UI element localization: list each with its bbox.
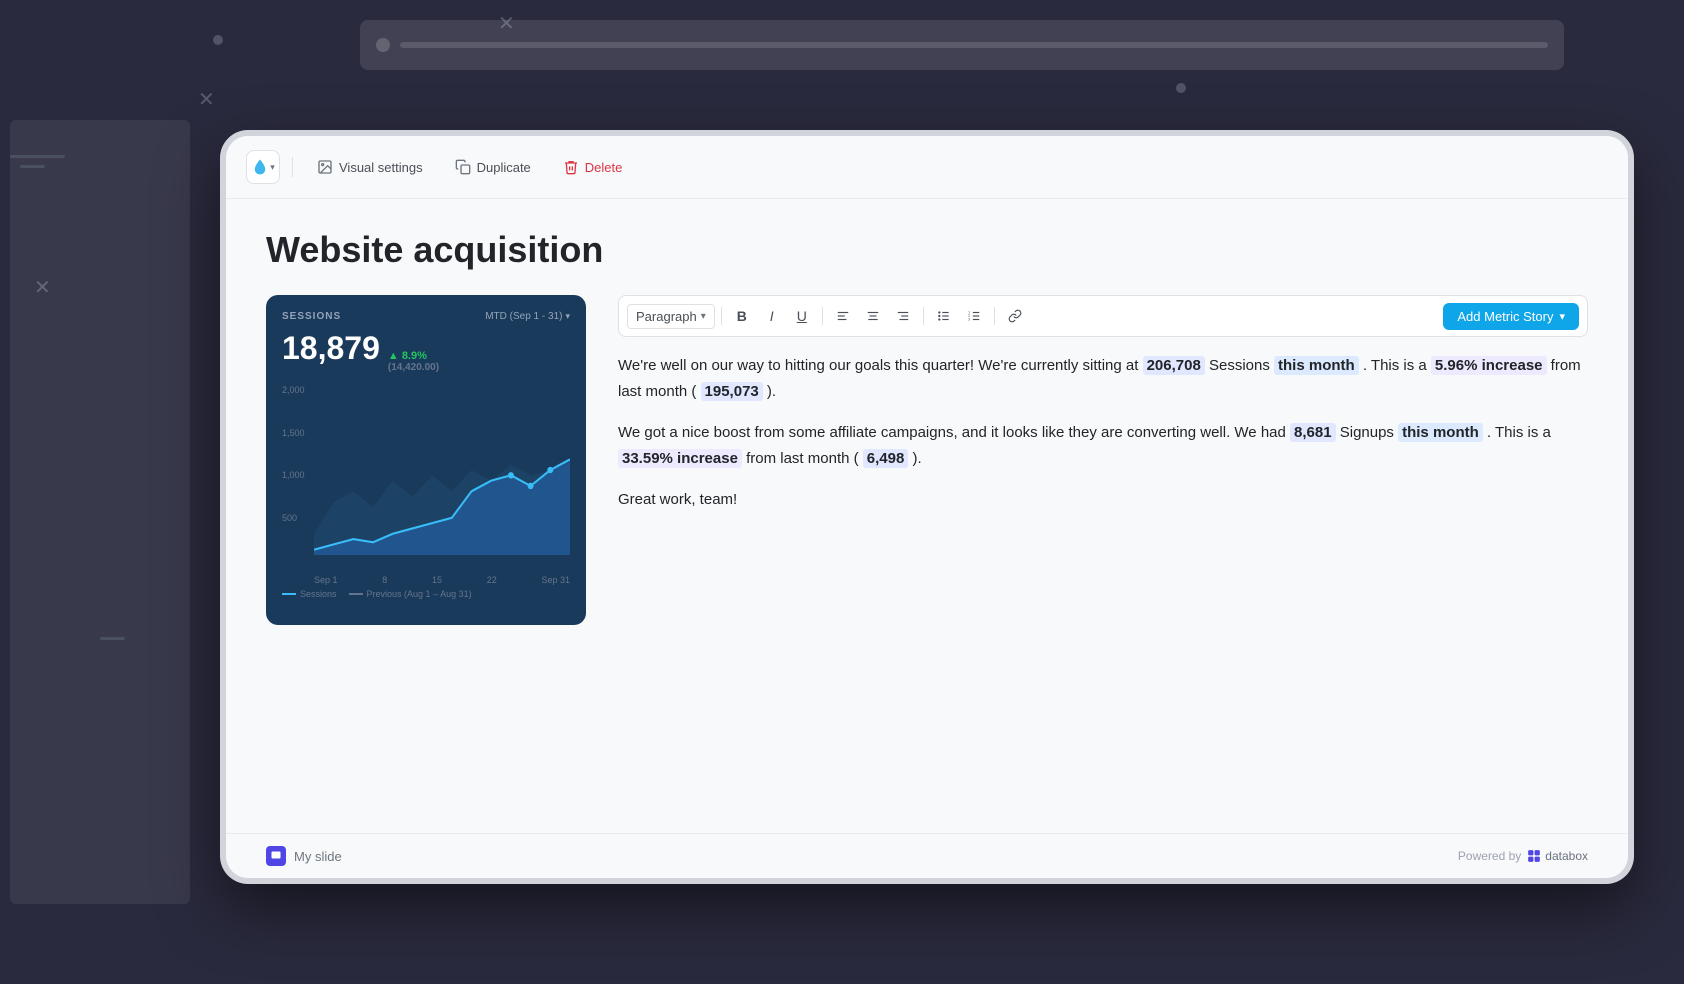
paragraph-1: We're well on our way to hitting our goa… — [618, 353, 1588, 404]
duplicate-label: Duplicate — [477, 160, 531, 175]
add-metric-story-label: Add Metric Story — [1457, 309, 1553, 324]
legend-sessions-line — [282, 593, 296, 595]
paragraph-3: Great work, team! — [618, 487, 1588, 513]
align-center-button[interactable] — [859, 302, 887, 330]
list-ol-icon: 123 — [967, 309, 981, 323]
chart-area: 2,000 1,500 1,000 500 — [282, 385, 570, 585]
chart-period: MTD (Sep 1 - 31) ▾ — [485, 311, 570, 322]
text-editor: Paragraph ▾ B I U — [618, 295, 1588, 529]
value-increase-1: 5.96% increase — [1431, 356, 1547, 375]
slide-area: Website acquisition SESSIONS MTD (Sep 1 … — [226, 199, 1628, 833]
align-left-button[interactable] — [829, 302, 857, 330]
list-ul-icon — [937, 309, 951, 323]
logo-button[interactable]: ▾ — [246, 150, 280, 184]
bg-line — [20, 165, 45, 168]
databox-logo: databox — [1527, 849, 1588, 863]
duplicate-icon — [455, 159, 471, 175]
underline-button[interactable]: U — [788, 302, 816, 330]
value-prev-month-1: 195,073 — [701, 382, 763, 401]
bg-dot — [1176, 83, 1186, 93]
slide-title: Website acquisition — [266, 229, 1588, 271]
visual-settings-label: Visual settings — [339, 160, 423, 175]
chevron-down-icon: ▾ — [1559, 310, 1565, 323]
align-right-icon — [896, 309, 910, 323]
chart-change-group: ▲ 8.9% (14,420.00) — [388, 350, 439, 373]
chart-widget: SESSIONS MTD (Sep 1 - 31) ▾ 18,879 ▲ 8.9… — [266, 295, 586, 625]
powered-by-text: Powered by — [1458, 849, 1521, 863]
bg-cross: ✕ — [34, 278, 51, 298]
main-card: ▾ Visual settings Duplicate — [226, 136, 1628, 878]
align-center-icon — [866, 309, 880, 323]
bg-cross: ✕ — [198, 90, 215, 110]
editor-divider-4 — [994, 307, 995, 325]
visual-settings-button[interactable]: Visual settings — [305, 153, 435, 181]
bg-window-side — [10, 120, 190, 904]
chevron-down-icon: ▾ — [701, 311, 706, 322]
value-signups: 8,681 — [1290, 423, 1336, 442]
legend-previous-line — [349, 593, 363, 595]
chevron-down-icon: ▾ — [565, 311, 570, 322]
format-select-label: Paragraph — [636, 309, 697, 324]
chart-x-labels: Sep 1 8 15 22 Sep 31 — [314, 575, 570, 585]
image-icon — [317, 159, 333, 175]
bg-window-top: ✕ — [360, 20, 1564, 70]
legend-previous: Previous (Aug 1 – Aug 31) — [349, 589, 472, 599]
align-right-button[interactable] — [889, 302, 917, 330]
value-sessions: 206,708 — [1143, 356, 1205, 375]
editor-divider-3 — [923, 307, 924, 325]
paragraph-2: We got a nice boost from some affiliate … — [618, 420, 1588, 471]
editor-content[interactable]: We're well on our way to hitting our goa… — [618, 353, 1588, 529]
legend-sessions: Sessions — [282, 589, 337, 599]
editor-divider — [721, 307, 722, 325]
toolbar: ▾ Visual settings Duplicate — [226, 136, 1628, 199]
bg-cross: ✕ — [498, 14, 515, 34]
add-metric-story-button[interactable]: Add Metric Story ▾ — [1443, 303, 1579, 330]
databox-icon — [1527, 849, 1541, 863]
ordered-list-button[interactable]: 123 — [960, 302, 988, 330]
slide-icon — [266, 846, 286, 866]
bold-button[interactable]: B — [728, 302, 756, 330]
bg-line — [10, 155, 65, 158]
value-prev-month-2: 6,498 — [863, 449, 909, 468]
chart-y-labels: 2,000 1,500 1,000 500 — [282, 385, 310, 555]
format-select[interactable]: Paragraph ▾ — [627, 304, 715, 329]
bg-progress-bar — [400, 42, 1548, 48]
toolbar-divider — [292, 157, 293, 177]
slide-footer-left: My slide — [266, 846, 342, 866]
delete-label: Delete — [585, 160, 623, 175]
chart-change-abs: (14,420.00) — [388, 362, 439, 373]
card-wrapper: ▾ Visual settings Duplicate — [220, 130, 1634, 884]
chart-change-pct: ▲ 8.9% — [388, 350, 439, 362]
value-this-month-2: this month — [1398, 423, 1483, 442]
svg-text:3: 3 — [968, 318, 970, 322]
bg-dot — [213, 35, 223, 45]
italic-button[interactable]: I — [758, 302, 786, 330]
chevron-down-icon: ▾ — [270, 162, 275, 173]
link-icon — [1008, 309, 1022, 323]
value-increase-2: 33.59% increase — [618, 449, 742, 468]
value-this-month-1: this month — [1274, 356, 1359, 375]
bg-close: ✕ — [376, 38, 390, 52]
slide-icon-glyph — [270, 850, 282, 862]
databox-brand: databox — [1545, 849, 1588, 863]
editor-divider-2 — [822, 307, 823, 325]
link-button[interactable] — [1001, 302, 1029, 330]
slide-content: SESSIONS MTD (Sep 1 - 31) ▾ 18,879 ▲ 8.9… — [266, 295, 1588, 625]
delete-button[interactable]: Delete — [551, 153, 635, 181]
chart-header: SESSIONS MTD (Sep 1 - 31) ▾ — [282, 311, 570, 322]
unordered-list-button[interactable] — [930, 302, 958, 330]
chart-label: SESSIONS — [282, 311, 341, 322]
trash-icon — [563, 159, 579, 175]
slide-footer-right: Powered by databox — [1458, 849, 1588, 863]
duplicate-button[interactable]: Duplicate — [443, 153, 543, 181]
slide-footer: My slide Powered by databox — [226, 833, 1628, 878]
slide-name: My slide — [294, 849, 342, 864]
droplet-icon — [251, 158, 269, 176]
editor-toolbar: Paragraph ▾ B I U — [618, 295, 1588, 337]
align-left-icon — [836, 309, 850, 323]
chart-legend: Sessions Previous (Aug 1 – Aug 31) — [282, 589, 570, 599]
bg-line — [100, 637, 125, 640]
chart-main-value: 18,879 ▲ 8.9% (14,420.00) — [282, 330, 570, 373]
chart-svg — [314, 385, 570, 555]
